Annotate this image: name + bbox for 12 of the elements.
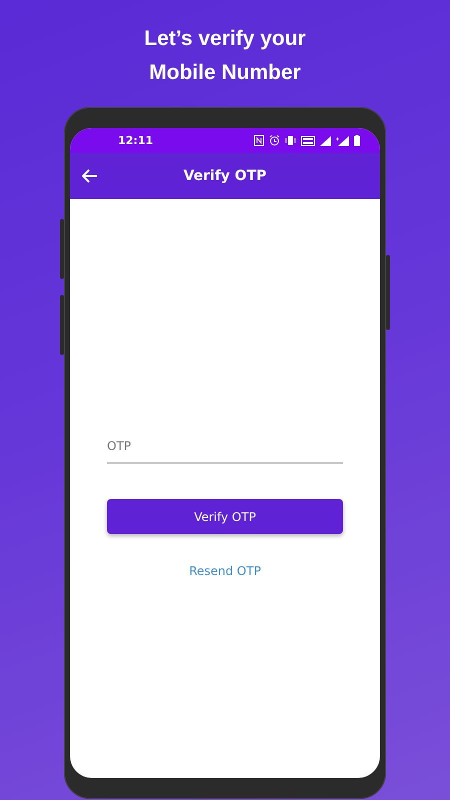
otp-field[interactable]: OTP <box>107 430 343 464</box>
back-arrow-icon[interactable] <box>82 169 98 183</box>
battery-icon <box>354 135 360 146</box>
alarm-icon <box>269 135 280 146</box>
status-time: 12:11 <box>118 134 154 147</box>
headline: Let’s verify your Mobile Number <box>143 26 307 86</box>
signal-icon <box>336 136 349 146</box>
verify-otp-button[interactable]: Verify OTP <box>107 499 343 534</box>
nfc-icon <box>254 135 264 146</box>
app-bar-title: Verify OTP <box>182 168 268 184</box>
signal-icon <box>320 136 331 146</box>
vibrate-icon <box>285 135 296 146</box>
